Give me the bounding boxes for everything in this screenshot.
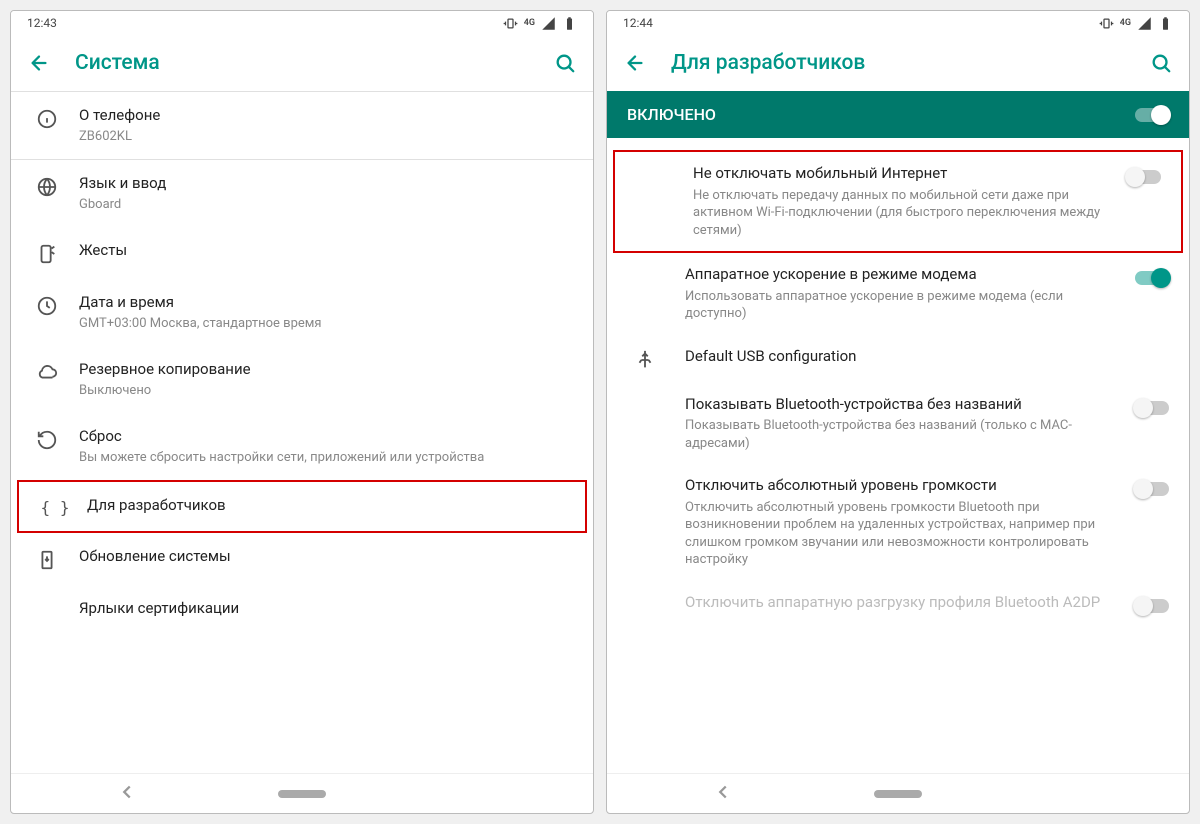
enabled-banner[interactable]: ВКЛЮЧЕНО — [607, 91, 1189, 138]
item-title: Отключить абсолютный уровень громкости — [685, 476, 1123, 496]
phone-left: 12:43 4G Система О телефоне ZB602KL Язык … — [10, 10, 594, 814]
status-icons: 4G — [1099, 16, 1173, 31]
item-subtitle: Отключить абсолютный уровень громкости B… — [685, 499, 1123, 569]
toggle[interactable] — [1135, 482, 1169, 496]
back-arrow-icon[interactable] — [19, 43, 59, 83]
signal-icon — [541, 16, 556, 31]
dev-item-hw-accel[interactable]: Аппаратное ускорение в режиме модема Испо… — [607, 253, 1189, 335]
restore-icon — [27, 427, 67, 451]
globe-icon — [27, 174, 67, 198]
status-bar: 12:43 4G — [11, 11, 593, 35]
status-icons: 4G — [503, 16, 577, 31]
item-title: Сброс — [79, 427, 577, 447]
enabled-label: ВКЛЮЧЕНО — [627, 105, 716, 124]
item-title: Аппаратное ускорение в режиме модема — [685, 265, 1123, 285]
list-item-cert[interactable]: Ярлыки сертификации — [11, 585, 593, 633]
info-icon — [27, 106, 67, 130]
master-toggle[interactable] — [1135, 108, 1169, 122]
item-subtitle: Выключено — [79, 382, 577, 400]
item-title: Не отключать мобильный Интернет — [693, 164, 1115, 184]
list-item-datetime[interactable]: Дата и время GMT+03:00 Москва, стандартно… — [11, 279, 593, 346]
toggle — [1135, 599, 1169, 613]
app-bar: Для разработчиков — [607, 35, 1189, 91]
item-subtitle: Не отключать передачу данных по мобильно… — [693, 187, 1115, 240]
item-title: Язык и ввод — [79, 174, 577, 194]
item-title: Резервное копирование — [79, 360, 577, 380]
toggle[interactable] — [1135, 401, 1169, 415]
dev-item-mobile-data[interactable]: Не отключать мобильный Интернет Не отключ… — [615, 152, 1181, 251]
dev-item-abs-volume[interactable]: Отключить абсолютный уровень громкости От… — [607, 464, 1189, 581]
back-arrow-icon[interactable] — [615, 43, 655, 83]
list-item-developer[interactable]: { } Для разработчиков — [19, 482, 585, 531]
nav-bar — [11, 773, 593, 813]
list-item-language[interactable]: Язык и ввод Gboard — [11, 160, 593, 227]
item-title: Отключить аппаратную разгрузку профиля B… — [685, 593, 1123, 613]
status-bar: 12:44 4G — [607, 11, 1189, 35]
nav-back-icon[interactable] — [116, 781, 138, 807]
item-subtitle: Показывать Bluetooth-устройства без назв… — [685, 417, 1123, 452]
nav-bar — [607, 773, 1189, 813]
item-title: Показывать Bluetooth-устройства без назв… — [685, 395, 1123, 415]
highlight-mobile-data: Не отключать мобильный Интернет Не отключ… — [613, 150, 1183, 253]
search-icon[interactable] — [545, 43, 585, 83]
dev-item-bt-names[interactable]: Показывать Bluetooth-устройства без назв… — [607, 383, 1189, 465]
item-title: Обновление системы — [79, 547, 577, 567]
toggle[interactable] — [1127, 170, 1161, 184]
signal-icon — [1137, 16, 1152, 31]
item-subtitle: Gboard — [79, 196, 577, 214]
item-subtitle: ZB602KL — [79, 128, 577, 146]
highlight-developer: { } Для разработчиков — [17, 480, 587, 533]
usb-icon — [627, 347, 663, 371]
clock-icon — [27, 293, 67, 317]
page-title: Система — [59, 51, 545, 75]
search-icon[interactable] — [1141, 43, 1181, 83]
status-time: 12:44 — [623, 16, 653, 30]
phone-right: 12:44 4G Для разработчиков ВКЛЮЧЕНО Не о… — [606, 10, 1190, 814]
list-item-gestures[interactable]: Жесты — [11, 227, 593, 279]
battery-icon — [562, 16, 577, 31]
list-item-about[interactable]: О телефоне ZB602KL — [11, 92, 593, 159]
update-icon — [27, 547, 67, 571]
item-subtitle: GMT+03:00 Москва, стандартное время — [79, 315, 577, 333]
item-subtitle: Использовать аппаратное ускорение в режи… — [685, 288, 1123, 323]
app-bar: Система — [11, 35, 593, 91]
item-title: Жесты — [79, 241, 577, 261]
vibrate-icon — [1099, 16, 1114, 31]
gesture-icon — [27, 241, 67, 265]
battery-icon — [1158, 16, 1173, 31]
status-time: 12:43 — [27, 16, 57, 30]
list-item-reset[interactable]: Сброс Вы можете сбросить настройки сети, … — [11, 413, 593, 480]
dev-item-a2dp: Отключить аппаратную разгрузку профиля B… — [607, 581, 1189, 625]
item-title: Дата и время — [79, 293, 577, 313]
nav-back-icon[interactable] — [712, 781, 734, 807]
list-item-update[interactable]: Обновление системы — [11, 533, 593, 585]
braces-icon: { } — [35, 496, 75, 517]
item-title: Для разработчиков — [87, 496, 569, 516]
item-title: Ярлыки сертификации — [79, 599, 577, 619]
nav-home-icon[interactable] — [278, 790, 326, 798]
page-title: Для разработчиков — [655, 51, 1141, 75]
dev-list: Не отключать мобильный Интернет Не отключ… — [607, 138, 1189, 773]
item-subtitle: Вы можете сбросить настройки сети, прило… — [79, 449, 577, 467]
settings-list: О телефоне ZB602KL Язык и ввод Gboard Жест… — [11, 92, 593, 773]
nav-home-icon[interactable] — [874, 790, 922, 798]
vibrate-icon — [503, 16, 518, 31]
item-title: Default USB configuration — [685, 347, 1169, 367]
status-net-label: 4G — [524, 18, 535, 28]
dev-item-usb[interactable]: Default USB configuration — [607, 335, 1189, 383]
status-net-label: 4G — [1120, 18, 1131, 28]
item-title: О телефоне — [79, 106, 577, 126]
list-item-backup[interactable]: Резервное копирование Выключено — [11, 346, 593, 413]
cloud-icon — [27, 360, 67, 384]
toggle[interactable] — [1135, 271, 1169, 285]
